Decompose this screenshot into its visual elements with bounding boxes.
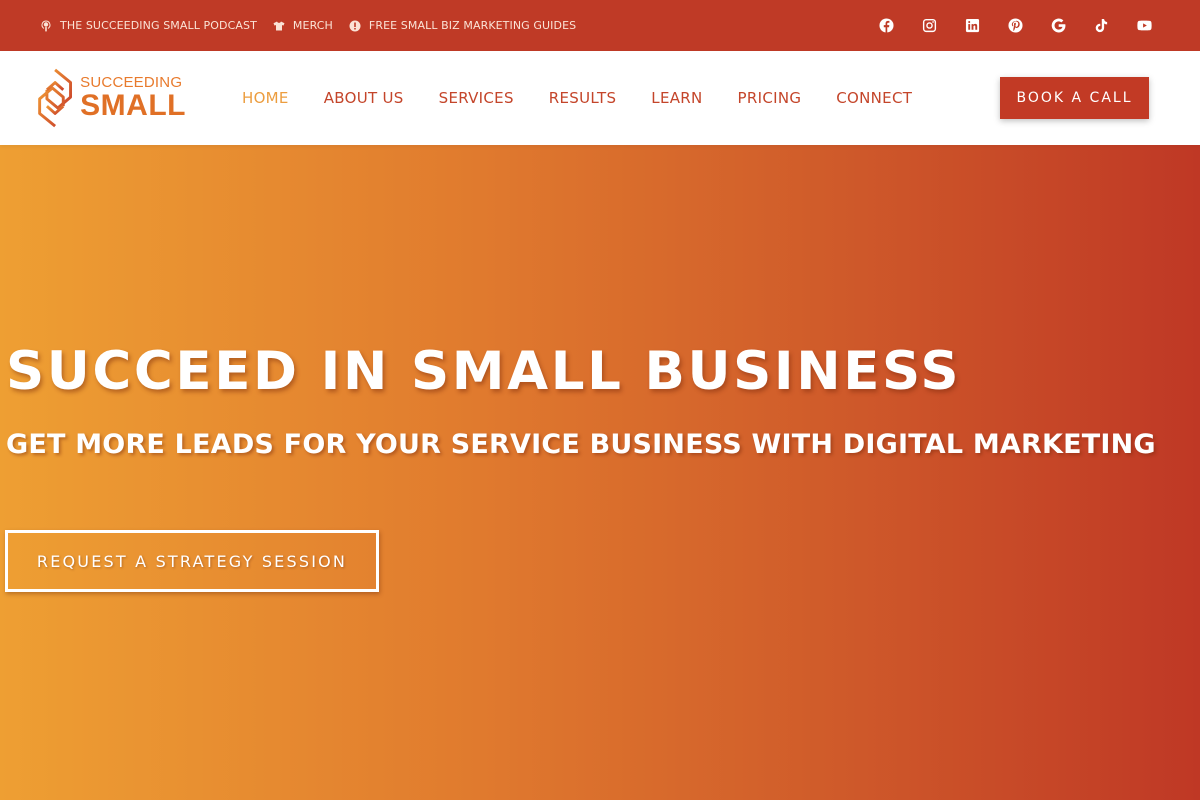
facebook-icon[interactable] (878, 18, 894, 34)
merch-link-label: MERCH (292, 19, 333, 32)
pinterest-icon[interactable] (1007, 18, 1023, 34)
logo[interactable]: SUCCEEDING SMALL (36, 64, 186, 132)
nav-pricing[interactable]: PRICING (738, 89, 802, 107)
hero-subtitle: GET MORE LEADS FOR YOUR SERVICE BUSINESS… (6, 429, 1156, 460)
alert-icon (349, 20, 361, 32)
top-bar: THE SUCCEEDING SMALL PODCAST MERCH FREE … (0, 0, 1200, 51)
logo-top-text: SUCCEEDING (80, 74, 183, 91)
podcast-link[interactable]: THE SUCCEEDING SMALL PODCAST (40, 19, 257, 32)
guides-link-label: FREE SMALL BIZ MARKETING GUIDES (368, 19, 577, 32)
nav-connect[interactable]: CONNECT (836, 89, 912, 107)
linkedin-icon[interactable] (964, 18, 980, 34)
logo-mark-icon (38, 68, 72, 128)
main-nav: HOME ABOUT US SERVICES RESULTS LEARN PRI… (242, 51, 947, 145)
merch-link[interactable]: MERCH (273, 19, 333, 32)
nav-home[interactable]: HOME (242, 89, 289, 107)
tiktok-icon[interactable] (1093, 18, 1109, 34)
book-a-call-button[interactable]: BOOK A CALL (1000, 77, 1149, 119)
nav-services[interactable]: SERVICES (439, 89, 514, 107)
logo-text: SUCCEEDING SMALL (80, 75, 186, 121)
hero-section: SUCCEED IN SMALL BUSINESS GET MORE LEADS… (0, 145, 1200, 800)
shirt-icon (273, 20, 285, 32)
podcast-icon (40, 20, 52, 32)
instagram-icon[interactable] (921, 18, 937, 34)
nav-learn[interactable]: LEARN (651, 89, 702, 107)
hero-title: SUCCEED IN SMALL BUSINESS (6, 341, 962, 402)
site-header: SUCCEEDING SMALL HOME ABOUT US SERVICES … (0, 51, 1200, 145)
logo-bottom-text: SMALL (80, 89, 186, 122)
social-links (878, 18, 1160, 34)
podcast-link-label: THE SUCCEEDING SMALL PODCAST (60, 19, 257, 32)
nav-results[interactable]: RESULTS (549, 89, 616, 107)
guides-link[interactable]: FREE SMALL BIZ MARKETING GUIDES (349, 19, 576, 32)
top-bar-links: THE SUCCEEDING SMALL PODCAST MERCH FREE … (40, 19, 576, 32)
youtube-icon[interactable] (1136, 18, 1152, 34)
nav-about-us[interactable]: ABOUT US (324, 89, 404, 107)
google-icon[interactable] (1050, 18, 1066, 34)
request-strategy-session-button[interactable]: REQUEST A STRATEGY SESSION (5, 530, 379, 592)
